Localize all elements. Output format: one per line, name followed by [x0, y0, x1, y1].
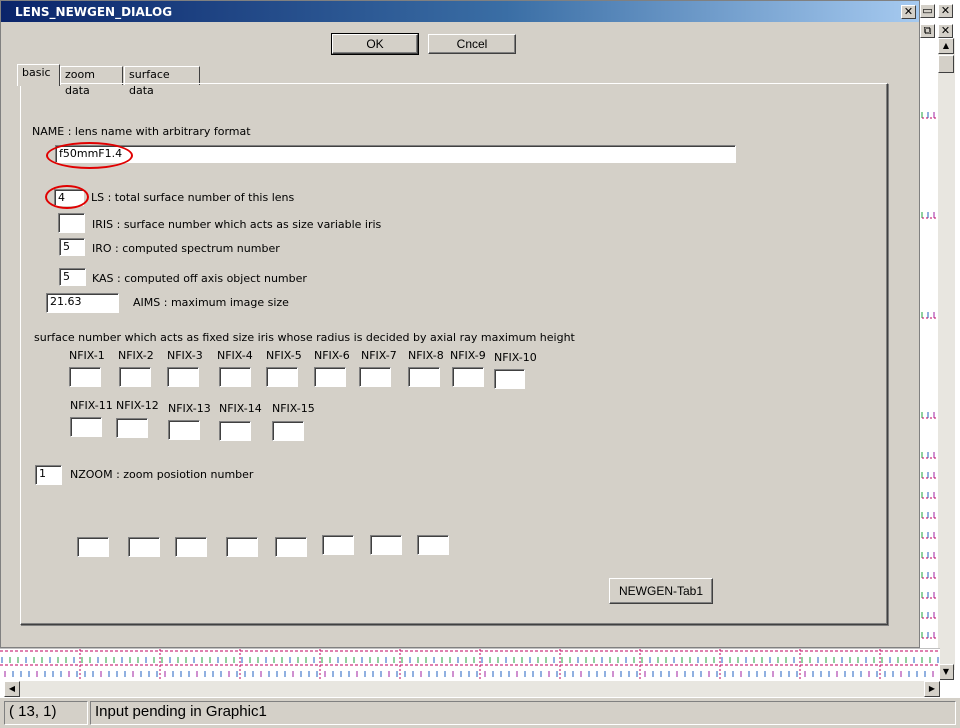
lens-newgen-dialog: LENS_NEWGEN_DIALOG ✕ OK Cncel basic zoom…	[0, 0, 920, 648]
nfix-label: NFIX-4	[217, 349, 253, 362]
iris-input[interactable]	[58, 213, 85, 233]
nfix-label: NFIX-15	[272, 402, 315, 415]
vertical-scroll-thumb[interactable]	[938, 55, 954, 73]
iro-label: IRO : computed spectrum number	[92, 242, 280, 255]
bottom-ruler	[0, 648, 940, 680]
nfix-2-input[interactable]	[119, 367, 151, 387]
nfix-15-input[interactable]	[272, 421, 304, 441]
zoom-position-input[interactable]	[128, 537, 160, 557]
nfix-6-input[interactable]	[314, 367, 346, 387]
newgen-tab1-button[interactable]: NEWGEN-Tab1	[609, 578, 713, 604]
nfix-label: NFIX-12	[116, 399, 159, 412]
nfix-label: NFIX-5	[266, 349, 302, 362]
ls-label: LS : total surface number of this lens	[91, 191, 295, 204]
nfix-label: NFIX-8	[408, 349, 444, 362]
nfix-label: NFIX-7	[361, 349, 397, 362]
vertical-scrollbar[interactable]: ▲ ▼	[938, 38, 955, 680]
nfix-label: NFIX-3	[167, 349, 203, 362]
close-button-secondary[interactable]: ✕	[938, 4, 953, 18]
status-message: Input pending in Graphic1	[90, 701, 956, 725]
name-label: NAME : lens name with arbitrary format	[32, 125, 251, 138]
nfix-1-input[interactable]	[69, 367, 101, 387]
nfix-10-input[interactable]	[494, 369, 525, 389]
scroll-right-arrow-icon[interactable]: ▶	[924, 681, 940, 697]
nfix-12-input[interactable]	[116, 418, 148, 438]
nfix-label: NFIX-2	[118, 349, 154, 362]
zoom-position-input[interactable]	[275, 537, 307, 557]
highlight-circle-ls	[45, 185, 89, 209]
close-button[interactable]: ✕	[901, 5, 916, 19]
child-close-button[interactable]: ✕	[938, 24, 953, 38]
nfix-5-input[interactable]	[266, 367, 298, 387]
zoom-position-input[interactable]	[175, 537, 207, 557]
kas-input[interactable]: 5	[59, 268, 86, 286]
nfix-4-input[interactable]	[219, 367, 251, 387]
nfix-9-input[interactable]	[452, 367, 484, 387]
restore-button[interactable]: ⧉	[920, 24, 935, 38]
zoom-position-input[interactable]	[370, 535, 402, 555]
scroll-down-arrow-icon[interactable]: ▼	[938, 664, 954, 680]
nfix-label: NFIX-10	[494, 351, 537, 364]
cancel-button[interactable]: Cncel	[428, 34, 516, 54]
status-bar: ( 13, 1) Input pending in Graphic1	[0, 697, 960, 728]
cursor-coordinates: ( 13, 1)	[4, 701, 88, 725]
ok-button[interactable]: OK	[331, 33, 419, 55]
aims-input[interactable]: 21.63	[46, 293, 119, 313]
iris-label: IRIS : surface number which acts as size…	[92, 218, 382, 231]
minimize-button[interactable]: ▭	[920, 4, 935, 18]
highlight-circle-name	[46, 142, 133, 169]
nfix-label: NFIX-11	[70, 399, 113, 412]
iro-input[interactable]: 5	[59, 238, 85, 256]
ruler-marks-bottom	[0, 649, 940, 680]
nfix-label: NFIX-9	[450, 349, 486, 362]
nfix-label: NFIX-1	[69, 349, 105, 362]
kas-label: KAS : computed off axis object number	[92, 272, 307, 285]
nfix-label: NFIX-14	[219, 402, 262, 415]
nfix-14-input[interactable]	[219, 421, 251, 441]
nfix-label: NFIX-13	[168, 402, 211, 415]
nfix-13-input[interactable]	[168, 420, 200, 440]
zoom-position-input[interactable]	[417, 535, 449, 555]
nfix-3-input[interactable]	[167, 367, 199, 387]
nfix-11-input[interactable]	[70, 417, 102, 437]
zoom-position-input[interactable]	[77, 537, 109, 557]
nzoom-input[interactable]: 1	[35, 465, 62, 485]
nfix-label: NFIX-6	[314, 349, 350, 362]
horizontal-scrollbar[interactable]: ◀ ▶	[4, 681, 940, 697]
zoom-position-input[interactable]	[226, 537, 258, 557]
scroll-up-arrow-icon[interactable]: ▲	[938, 38, 954, 54]
name-input[interactable]: f50mmF1.4	[55, 145, 736, 163]
nfix-heading: surface number which acts as fixed size …	[34, 331, 575, 344]
zoom-position-input[interactable]	[322, 535, 354, 555]
title-bar[interactable]: LENS_NEWGEN_DIALOG	[1, 1, 919, 22]
tab-basic[interactable]: basic	[17, 64, 60, 86]
scroll-left-arrow-icon[interactable]: ◀	[4, 681, 20, 697]
nfix-8-input[interactable]	[408, 367, 440, 387]
window-title: LENS_NEWGEN_DIALOG	[15, 5, 173, 19]
aims-label: AIMS : maximum image size	[133, 296, 289, 309]
nfix-7-input[interactable]	[359, 367, 391, 387]
nzoom-label: NZOOM : zoom posiotion number	[70, 468, 254, 481]
